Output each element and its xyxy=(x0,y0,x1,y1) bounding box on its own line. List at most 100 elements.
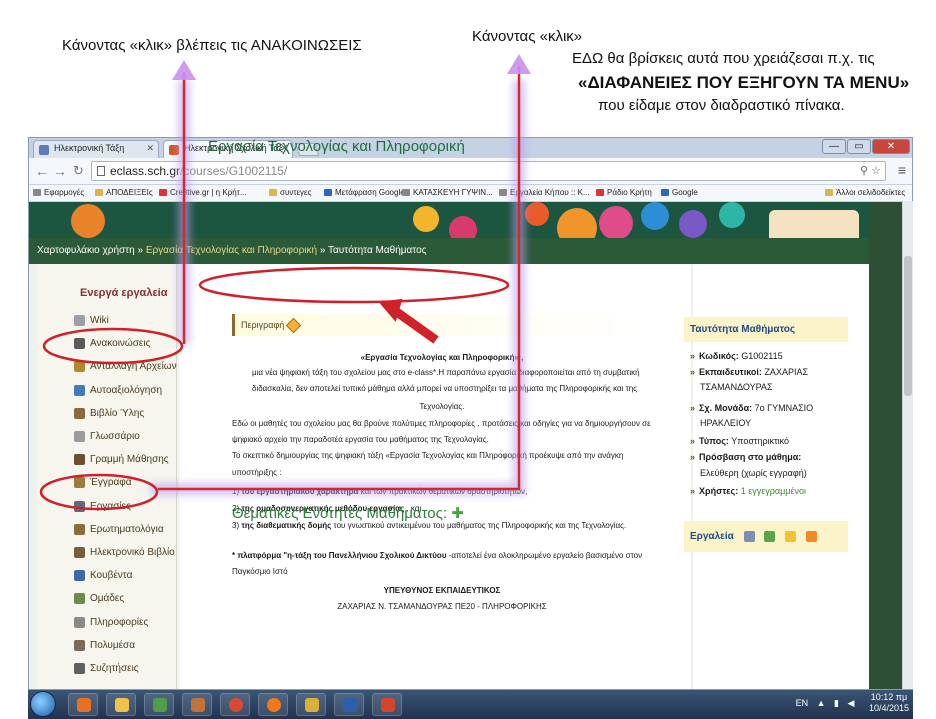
taskbar-app[interactable] xyxy=(372,693,402,716)
sidebar-item-label: Ανακοινώσεις xyxy=(90,338,151,350)
forward-arrow-icon[interactable]: → xyxy=(53,163,67,179)
scrollbar-thumb[interactable] xyxy=(904,256,912,396)
network-icon[interactable]: ▮ xyxy=(834,698,839,709)
sidebar-item-ebook[interactable]: Ηλεκτρονικό Βιβλίο xyxy=(74,543,202,562)
bookmark-cre8tive[interactable]: Cre8tive.gr | η Κρήτ... xyxy=(159,188,246,197)
site-favicon-icon xyxy=(169,145,179,155)
taskbar-app[interactable] xyxy=(296,693,326,716)
sidebar-item-label: Ηλεκτρονικό Βιβλίο xyxy=(90,547,175,558)
add-plus-icon[interactable]: ✚ xyxy=(451,505,464,522)
firefox-icon xyxy=(267,698,281,712)
taskbar-app[interactable] xyxy=(106,693,136,716)
identity-value: Ελεύθερη (χωρίς εγγραφή) xyxy=(700,468,807,478)
sidebar-item-label: Γλωσσάριο xyxy=(90,431,140,442)
sidebar-item-wiki[interactable]: Wiki xyxy=(74,311,202,330)
themes-heading: Θεματικές Ενότητες Μαθήματος: ✚ xyxy=(232,504,464,522)
sidebar-item-clock[interactable]: Ανακοινώσεις xyxy=(74,334,202,353)
breadcrumb-home[interactable]: Χαρτοφυλάκιο χρήστη xyxy=(37,245,135,256)
identity-value: ΖΑΧΑΡΙΑΣ xyxy=(764,367,809,377)
menu-icon[interactable]: ≡ xyxy=(898,162,906,178)
taskbar-app[interactable] xyxy=(182,693,212,716)
close-icon[interactable]: ✕ xyxy=(146,143,154,154)
close-window-button[interactable]: ✕ xyxy=(872,139,910,154)
sidebar-item-label: Γραμμή Μάθησης xyxy=(90,454,169,466)
sidebar-item-chat[interactable]: Κουβέντα xyxy=(74,566,202,585)
app-icon xyxy=(153,698,167,712)
sidebar-item-label: Βιβλίο Ύλης xyxy=(90,407,145,419)
bullet-icon: » xyxy=(690,367,696,377)
sidebar-item-path[interactable]: Γραμμή Μάθησης xyxy=(74,450,202,469)
sidebar-item-groups[interactable]: Ομάδες xyxy=(74,589,202,608)
taskbar-app[interactable] xyxy=(220,693,250,716)
text-span: μια νέα ψηφιακή τάξη του σχολείου μας στ… xyxy=(252,368,640,377)
annotation-board: που είδαμε στον διαδραστικό πίνακα. xyxy=(598,97,845,114)
tasks-icon xyxy=(74,500,85,512)
rss-icon[interactable] xyxy=(805,530,817,542)
page-scrollbar[interactable] xyxy=(902,201,913,689)
volume-icon[interactable]: ◀ xyxy=(848,698,855,709)
sidebar-item-label: Εργασίες xyxy=(90,500,131,512)
tray-arrow-icon[interactable]: ▲ xyxy=(817,698,826,708)
bookmarks-bar: Εφαρμογές ΑΠΟΔΕΙΞΕΙς Cre8tive.gr | η Κρή… xyxy=(29,185,912,202)
bookmark-radio-kriti[interactable]: Ράδιο Κρήτη xyxy=(596,188,652,197)
users-icon[interactable] xyxy=(743,530,755,542)
tab-bar: Ηλεκτρονική Τάξη ✕ Ηλεκτρονική Σχολική Τ… xyxy=(29,138,912,158)
minimize-button[interactable]: — xyxy=(822,139,846,154)
reason-item: 1) του εργαστηριακού χαρακτήρα και των π… xyxy=(232,487,527,496)
sidebar-item-check[interactable]: Αυτοαξιολόγηση xyxy=(74,381,202,400)
logo-icon xyxy=(71,204,105,238)
zoom-star-icon[interactable]: ⚲ ☆ xyxy=(860,162,881,180)
sidebar-item-forum[interactable]: Συζητήσεις xyxy=(74,659,202,678)
bookmark-ergaleia-kipou[interactable]: Εργαλεία Κήπου :: K... xyxy=(499,188,590,197)
media-player-icon xyxy=(77,698,91,712)
themes-title: Θεματικές Ενότητες Μαθήματος: xyxy=(232,505,448,522)
text-span: ΥΠΕΥΘΥΝΟΣ ΕΚΠΑΙΔΕΥΤΙΚΟΣ xyxy=(383,586,501,595)
clock-date: 10/4/2015 xyxy=(868,703,909,713)
bookmark-apodeixeis[interactable]: ΑΠΟΔΕΙΞΕΙς xyxy=(95,188,153,197)
identity-label: Κωδικός: xyxy=(699,351,739,361)
mail-icon[interactable] xyxy=(764,530,776,542)
description-title: «Εργασία Τεχνολογίας και Πληροφορική» , xyxy=(232,353,652,362)
taskbar-app[interactable] xyxy=(144,693,174,716)
edit-pencil-icon[interactable] xyxy=(286,317,302,334)
bookmark-apps[interactable]: Εφαρμογές xyxy=(33,188,84,197)
identity-row: » Τύπος: Υποστηρικτικό xyxy=(690,436,789,446)
page-icon xyxy=(97,166,105,176)
sidebar-item-survey[interactable]: Ερωτηματολόγια xyxy=(74,520,202,539)
address-bar[interactable]: eclass.sch.gr/courses/G1002115/ ⚲ ☆ xyxy=(91,161,886,181)
sidebar-item-info[interactable]: Πληροφορίες xyxy=(74,613,202,632)
back-arrow-icon[interactable]: ← xyxy=(35,163,49,179)
bookmark-google[interactable]: Google xyxy=(661,188,698,197)
bookmark-google-translate[interactable]: Μετάφραση Google xyxy=(324,188,405,197)
annotation-click: Κάνοντας «κλικ» xyxy=(472,28,583,45)
language-indicator[interactable]: EN xyxy=(796,698,809,708)
start-button[interactable] xyxy=(30,691,56,717)
sidebar-item-tasks[interactable]: Εργασίες xyxy=(74,497,202,516)
sidebar-item-book[interactable]: Βιβλίο Ύλης xyxy=(74,404,202,423)
sidebar-item-media[interactable]: Πολυμέσα xyxy=(74,636,202,655)
bookmark-kataskevi[interactable]: ΚΑΤΑΣΚΕΥΗ ΓΥΨΙΝ... xyxy=(402,188,493,197)
tab-ilektroniki-taxi[interactable]: Ηλεκτρονική Τάξη ✕ xyxy=(33,140,159,158)
star-icon[interactable] xyxy=(785,530,797,542)
reload-icon[interactable]: ↻ xyxy=(73,163,84,179)
powerpoint-icon xyxy=(381,698,395,712)
description-line: Το σκεπτικό δημιουργίας της ψηφιακή τάξη… xyxy=(232,451,623,460)
sidebar-item-exchange[interactable]: Ανταλλαγή Αρχείων xyxy=(74,357,202,376)
sidebar-item-glossary[interactable]: Γλωσσάριο xyxy=(74,427,202,446)
clock[interactable]: 10:12 πμ 10/4/2015 xyxy=(869,692,909,714)
maximize-button[interactable]: ▭ xyxy=(847,139,871,154)
identity-value: ΗΡΑΚΛΕΙΟΥ xyxy=(700,418,752,428)
identity-label: Χρήστες: xyxy=(699,486,739,496)
taskbar-app[interactable] xyxy=(258,693,288,716)
ebook-icon xyxy=(74,547,85,558)
bookmark-synteges[interactable]: συντεγες xyxy=(269,188,311,197)
bullet-icon: » xyxy=(690,351,696,361)
text-span: ψηφιακό αρχείο την παραδοτέα εργασία του… xyxy=(232,435,489,444)
taskbar-app[interactable] xyxy=(68,693,98,716)
taskbar-app[interactable] xyxy=(334,693,364,716)
sidebar-item-label: Αυτοαξιολόγηση xyxy=(90,384,163,396)
bookmark-other[interactable]: Άλλοι σελιδοδείκτες xyxy=(825,188,905,197)
sidebar-item-folder[interactable]: Έγγραφα xyxy=(74,473,202,492)
breadcrumb-course[interactable]: Εργασία Τεχνολογίας και Πληροφορική xyxy=(146,245,317,256)
identity-value[interactable]: 1 εγγεγραμμένοι xyxy=(741,486,806,496)
